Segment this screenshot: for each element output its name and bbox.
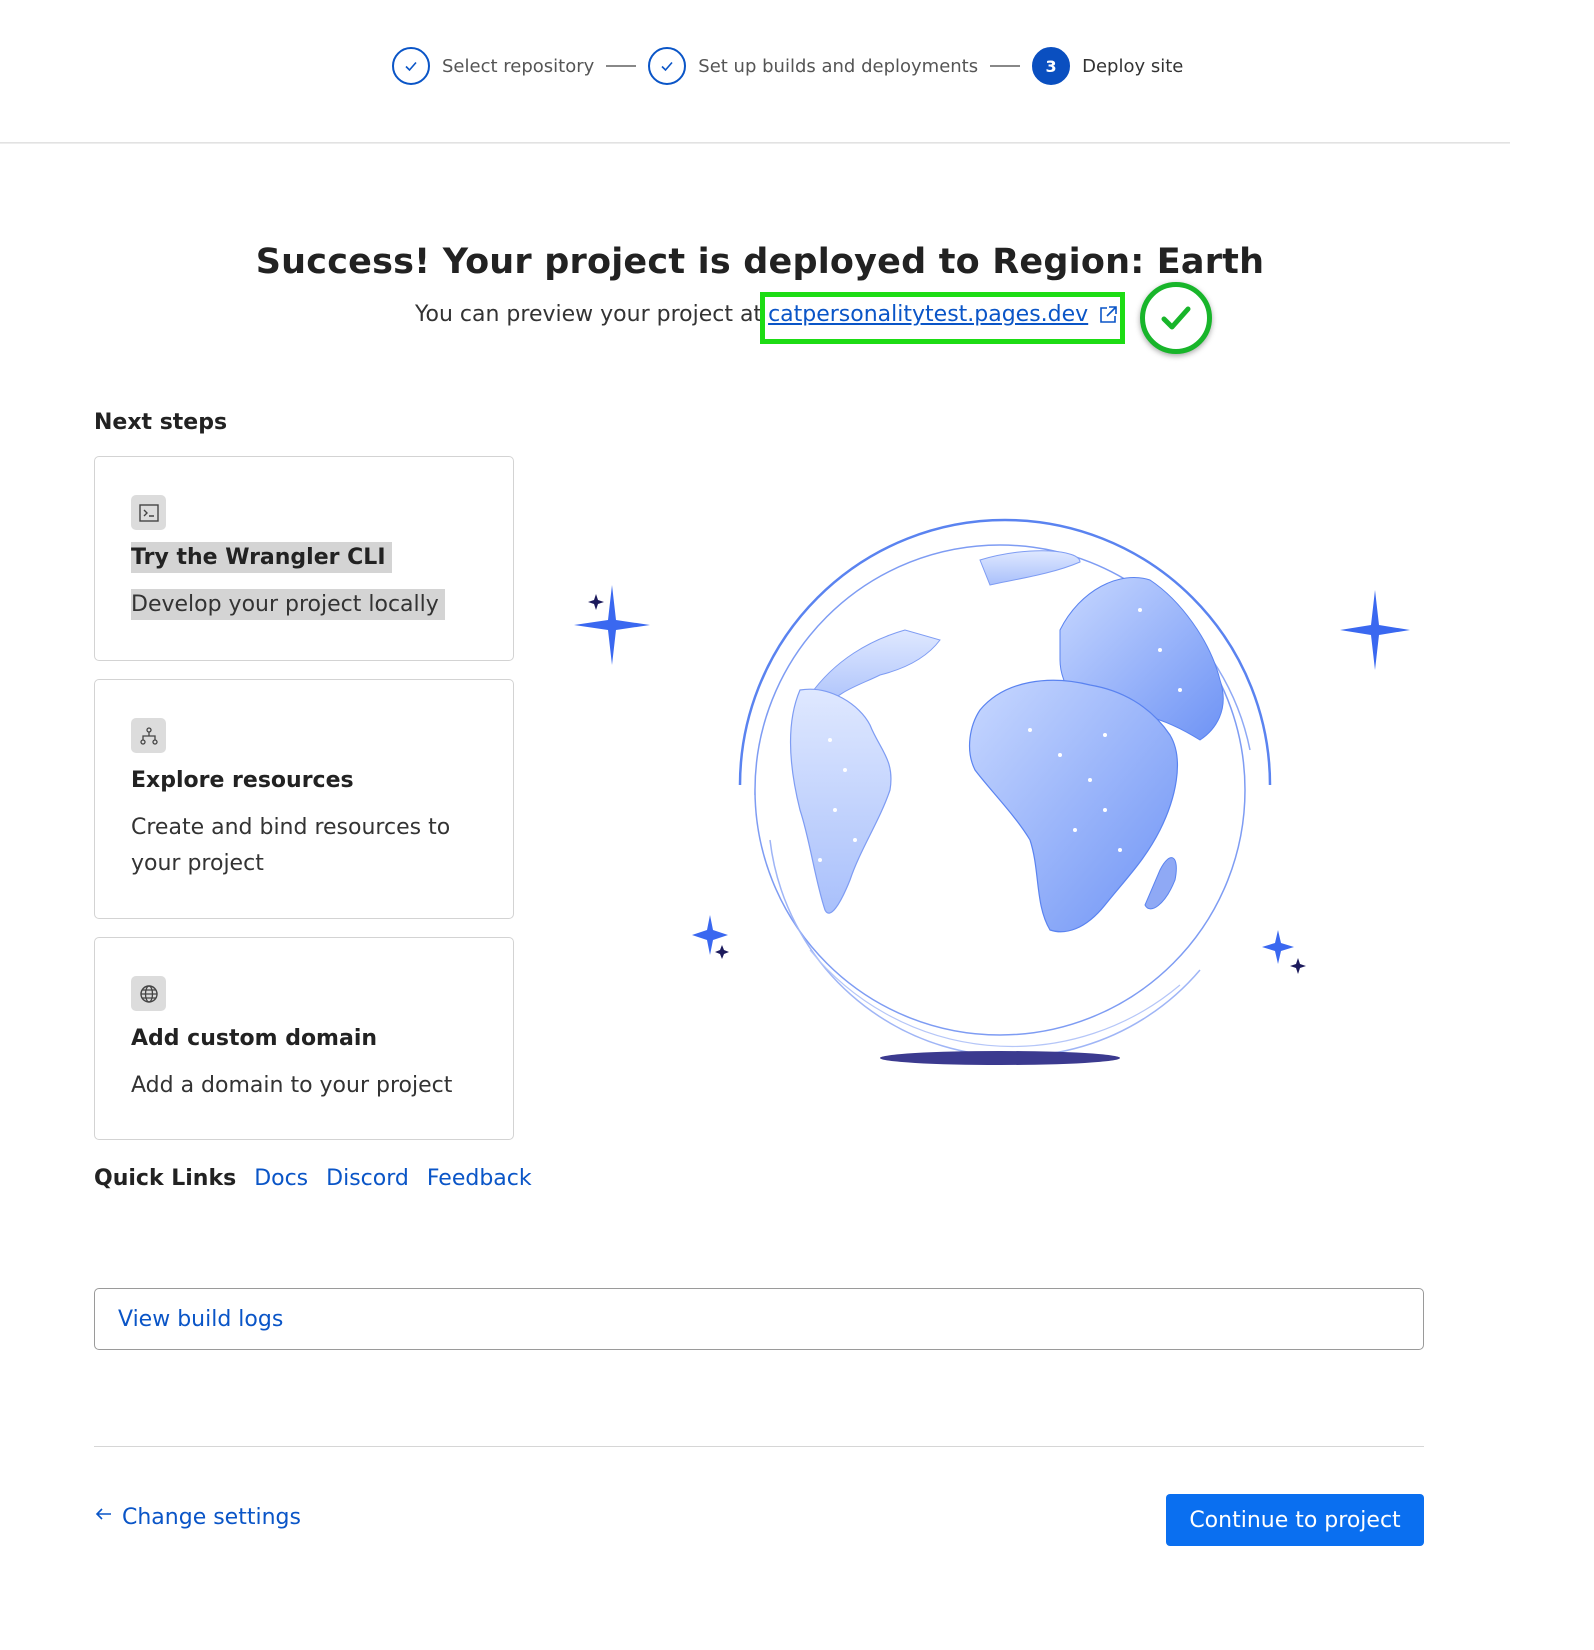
change-settings-label: Change settings xyxy=(122,1504,301,1530)
card-description: Create and bind resources to your projec… xyxy=(131,815,451,876)
card-wrangler-cli[interactable]: Try the Wrangler CLI Develop your projec… xyxy=(94,456,514,661)
stepper: Select repository Set up builds and depl… xyxy=(0,0,1510,140)
step-deploy-site: 3 Deploy site xyxy=(1032,47,1183,85)
terminal-icon xyxy=(131,495,166,530)
highlight-box xyxy=(760,292,1125,344)
card-description: Develop your project locally xyxy=(131,589,445,620)
globe-icon xyxy=(131,976,166,1011)
check-icon xyxy=(648,47,687,85)
page-title: Success! Your project is deployed to Reg… xyxy=(255,242,1265,282)
header-divider xyxy=(0,142,1510,144)
step-label: Select repository xyxy=(442,55,595,77)
quick-links: Quick Links Docs Discord Feedback xyxy=(94,1166,532,1191)
card-title: Try the Wrangler CLI xyxy=(131,542,392,573)
success-check-icon xyxy=(1140,282,1212,354)
docs-link[interactable]: Docs xyxy=(254,1166,308,1191)
change-settings-link[interactable]: Change settings xyxy=(94,1504,301,1530)
feedback-link[interactable]: Feedback xyxy=(427,1166,532,1191)
step-label: Set up builds and deployments xyxy=(698,55,979,77)
network-icon xyxy=(131,718,166,753)
card-explore-resources[interactable]: Explore resources Create and bind resour… xyxy=(94,679,514,919)
preview-prefix: You can preview your project at xyxy=(415,302,763,327)
quick-links-label: Quick Links xyxy=(94,1166,237,1191)
view-build-logs-button[interactable]: View build logs xyxy=(94,1288,1424,1350)
check-icon xyxy=(392,47,430,85)
globe-illustration xyxy=(574,518,1410,1065)
step-select-repository: Select repository xyxy=(392,47,594,85)
step-setup-builds: Set up builds and deployments xyxy=(648,47,978,85)
footer-divider xyxy=(94,1446,1424,1447)
step-label: Deploy site xyxy=(1082,55,1184,77)
step-number: 3 xyxy=(1032,47,1071,85)
card-title: Add custom domain xyxy=(131,1026,378,1051)
continue-to-project-button[interactable]: Continue to project xyxy=(1166,1494,1424,1546)
arrow-left-icon xyxy=(94,1504,114,1530)
card-description: Add a domain to your project xyxy=(131,1073,453,1098)
discord-link[interactable]: Discord xyxy=(326,1166,409,1191)
step-separator xyxy=(990,65,1021,67)
card-title: Explore resources xyxy=(131,768,354,793)
card-custom-domain[interactable]: Add custom domain Add a domain to your p… xyxy=(94,937,514,1140)
next-steps-heading: Next steps xyxy=(94,410,228,435)
step-separator xyxy=(606,65,637,67)
